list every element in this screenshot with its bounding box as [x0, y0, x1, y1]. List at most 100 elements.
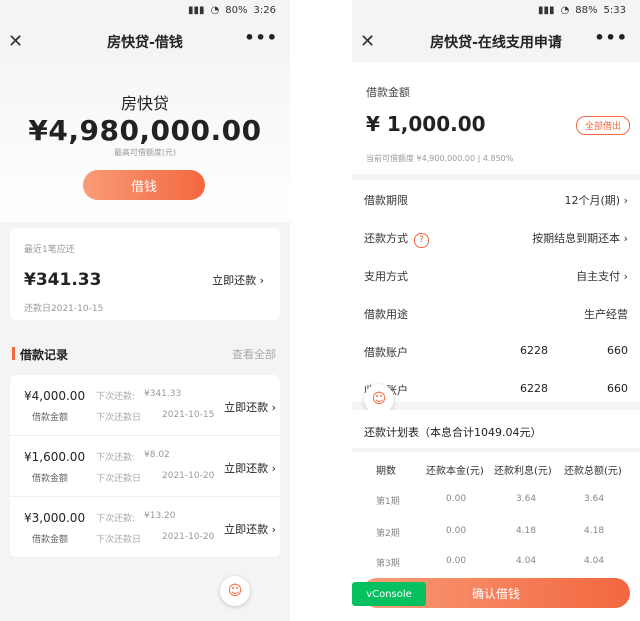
list-item[interactable]: ¥1,600.00 借款金额 下次还款: ¥8.02 下次还款日 2021-10…	[10, 436, 280, 497]
left-screen: ▮▮▮ ◔ 80% 3:26 ✕ 房快贷-借钱 ••• 房快贷 ¥4,980,0…	[0, 0, 290, 621]
records-title: 借款记录	[20, 348, 69, 362]
table-cell: 第1期	[376, 497, 400, 507]
plan-title: 还款计划表（本息合计1049.04元）	[364, 426, 542, 439]
amount-input[interactable]: ¥ 1,000.00	[366, 112, 486, 136]
record-repay-label: 立即还款	[224, 523, 269, 536]
clock: 3:26	[253, 4, 276, 16]
next-date-label: 下次还款日	[96, 535, 142, 545]
purpose-value: 生产经营	[584, 308, 628, 321]
usage-method-value: 自主支付	[576, 270, 621, 283]
record-amount-label: 借款金额	[32, 474, 69, 484]
battery-level: 88%	[575, 4, 598, 16]
borrow-button[interactable]: 借钱	[83, 170, 205, 200]
column-header: 期数	[376, 466, 396, 477]
field-value: 12个月(期) ›	[565, 192, 629, 208]
loan-account-row: 借款账户 6228 660	[352, 332, 640, 370]
plan-title-bar: 还款计划表（本息合计1049.04元）	[352, 410, 640, 448]
records-header: 借款记录 查看全部	[0, 332, 290, 372]
field-value: 自主支付 ›	[576, 268, 628, 284]
next-repay-value: ¥13.20	[144, 511, 176, 521]
status-bar: ▮▮▮ ◔ 88% 5:33	[352, 0, 640, 20]
table-cell: 0.00	[446, 494, 467, 504]
record-amount-label: 借款金额	[32, 535, 69, 545]
vconsole-button[interactable]: vConsole	[352, 582, 426, 606]
more-icon[interactable]: •••	[594, 28, 628, 47]
battery-level: 80%	[225, 4, 248, 16]
next-date-value: 2021-10-20	[162, 471, 215, 481]
table-cell: 0.00	[446, 526, 467, 536]
field-label: 借款期限	[364, 194, 408, 207]
table-cell: 3.64	[516, 494, 537, 504]
signal-icon: ▮▮▮	[538, 4, 555, 16]
available-credit: 当前可借额度 ¥4,900,000.00 | 4.850%	[366, 154, 514, 163]
next-repay-value: ¥341.33	[144, 389, 182, 399]
next-date-value: 2021-10-20	[162, 532, 215, 542]
next-date-value: 2021-10-15	[162, 410, 215, 420]
list-item[interactable]: ¥4,000.00 借款金额 下次还款: ¥341.33 下次还款日 2021-…	[10, 375, 280, 436]
close-icon[interactable]: ✕	[360, 31, 375, 52]
field-label: 还款方式?	[364, 230, 429, 248]
title-bar: ✕ 房快贷-借钱 •••	[0, 22, 290, 62]
chevron-right-icon: ›	[271, 401, 276, 414]
field-label: 借款用途	[364, 308, 408, 321]
repay-method-row[interactable]: 还款方式? 按期结息到期还本 ›	[352, 218, 640, 256]
record-repay-button[interactable]: 立即还款 ›	[224, 399, 276, 415]
view-all-link[interactable]: 查看全部	[232, 346, 276, 362]
next-repay-value: ¥8.02	[144, 450, 170, 460]
account-suffix: 660	[607, 382, 628, 395]
record-repay-label: 立即还款	[224, 462, 269, 475]
field-label: 借款账户	[364, 346, 408, 359]
help-icon[interactable]: ?	[414, 233, 429, 248]
chevron-right-icon: ›	[271, 523, 276, 536]
chevron-right-icon: ›	[623, 270, 628, 283]
borrow-all-button[interactable]: 全部借出	[575, 116, 630, 135]
repay-method-value: 按期结息到期还本	[532, 232, 621, 245]
chevron-right-icon: ›	[623, 194, 628, 207]
product-name: 房快贷	[120, 94, 169, 113]
next-repay-label: 下次还款:	[96, 392, 136, 402]
due-card: 最近1笔应还 ¥341.33 立即还款 › 还款日2021-10-15	[10, 228, 280, 320]
loan-amount-card: 借款金额 ¥ 1,000.00 全部借出 当前可借额度 ¥4,900,000.0…	[352, 62, 640, 174]
page-title: 房快贷-借钱	[107, 35, 183, 51]
field-label: 支用方式	[364, 270, 408, 283]
signal-icon: ▮▮▮	[188, 4, 205, 16]
usage-method-row[interactable]: 支用方式 自主支付 ›	[352, 256, 640, 294]
record-repay-button[interactable]: 立即还款 ›	[224, 460, 276, 476]
record-amount: ¥4,000.00	[24, 389, 86, 403]
record-repay-button[interactable]: 立即还款 ›	[224, 521, 276, 537]
table-cell: 4.18	[516, 526, 537, 536]
status-bar: ▮▮▮ ◔ 80% 3:26	[0, 0, 290, 20]
section-marker	[12, 347, 15, 360]
close-icon[interactable]: ✕	[8, 31, 23, 52]
receive-account-row: 收款账户 6228 660	[352, 370, 640, 408]
clock: 5:33	[603, 4, 626, 16]
term-row[interactable]: 借款期限 12个月(期) ›	[352, 180, 640, 218]
next-repay-label: 下次还款:	[96, 514, 136, 524]
record-amount-label: 借款金额	[32, 413, 69, 423]
credit-hero: 房快贷 ¥4,980,000.00 最高可借额度(元) 借钱	[0, 62, 290, 222]
table-cell: 0.00	[446, 556, 467, 566]
loan-form: 借款期限 12个月(期) › 还款方式? 按期结息到期还本 › 支用方式 自主支…	[352, 180, 640, 402]
repay-now-button[interactable]: 立即还款 ›	[212, 272, 264, 288]
list-item[interactable]: ¥3,000.00 借款金额 下次还款: ¥13.20 下次还款日 2021-1…	[10, 497, 280, 558]
next-date-label: 下次还款日	[96, 474, 142, 484]
column-header: 还款总额(元)	[564, 466, 622, 477]
more-icon[interactable]: •••	[244, 28, 278, 47]
assistant-avatar-icon[interactable]: ☺	[220, 576, 250, 606]
right-screen: ▮▮▮ ◔ 88% 5:33 ✕ 房快贷-在线支用申请 ••• 借款金额 ¥ 1…	[352, 0, 640, 621]
account-prefix: 6228	[520, 344, 548, 357]
due-label: 最近1笔应还	[24, 245, 75, 255]
table-cell: 第3期	[376, 559, 400, 569]
repay-method-label: 还款方式	[364, 232, 408, 245]
page-title: 房快贷-在线支用申请	[430, 35, 562, 51]
table-cell: 第2期	[376, 529, 400, 539]
field-value: 按期结息到期还本 ›	[532, 230, 628, 246]
records-list: ¥4,000.00 借款金额 下次还款: ¥341.33 下次还款日 2021-…	[10, 375, 280, 558]
chevron-right-icon: ›	[259, 274, 264, 287]
account-prefix: 6228	[520, 382, 548, 395]
chevron-right-icon: ›	[271, 462, 276, 475]
next-repay-label: 下次还款:	[96, 453, 136, 463]
record-repay-label: 立即还款	[224, 401, 269, 414]
account-suffix: 660	[607, 344, 628, 357]
next-date-label: 下次还款日	[96, 413, 142, 423]
